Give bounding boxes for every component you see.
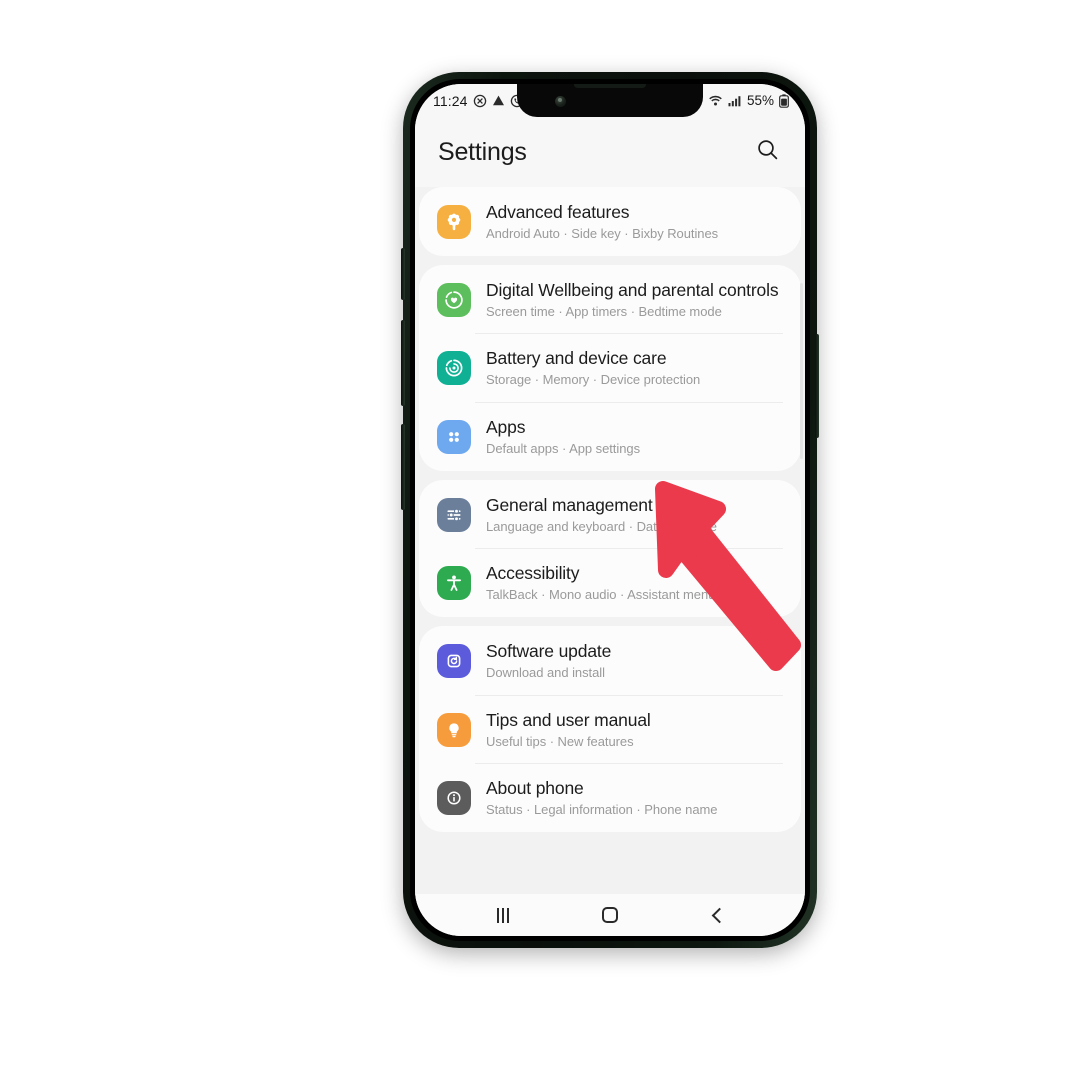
row-title: About phone	[486, 778, 584, 799]
signal-bars-icon	[728, 95, 741, 107]
settings-row-about-phone[interactable]: About phone Status · Legal information ·…	[419, 763, 801, 832]
settings-list[interactable]: Advanced features Android Auto · Side ke…	[415, 187, 805, 894]
general-management-icon	[437, 497, 471, 532]
row-subtitle: Android Auto · Side key · Bixby Routines	[486, 226, 719, 242]
apps-icon	[437, 420, 471, 455]
tips-lightbulb-icon	[437, 712, 471, 747]
settings-row-advanced-features[interactable]: Advanced features Android Auto · Side ke…	[419, 187, 801, 256]
volume-down-button[interactable]	[401, 424, 405, 510]
battery-icon	[779, 93, 789, 108]
power-button[interactable]	[815, 334, 819, 438]
row-text: Software update Download and install	[486, 639, 785, 682]
row-text: Tips and user manual Useful tips · New f…	[486, 708, 785, 751]
back-icon[interactable]	[687, 894, 747, 936]
row-title: Advanced features	[486, 202, 630, 222]
silent-switch[interactable]	[401, 248, 405, 300]
advanced-features-icon	[437, 205, 471, 239]
row-text: Apps Default apps · App settings	[486, 415, 785, 458]
row-subtitle: Download and install	[486, 665, 605, 681]
row-subtitle: Useful tips · New features	[486, 733, 634, 749]
accessibility-icon	[437, 566, 471, 601]
row-subtitle: Status · Legal information · Phone name	[486, 802, 718, 818]
row-title: Software update	[486, 641, 612, 662]
row-title: Apps	[486, 417, 526, 438]
page-title: Settings	[438, 137, 527, 166]
screenshot-canvas: 11:24 55% Settings Advanced features And…	[0, 0, 1080, 1080]
app-header: Settings	[415, 117, 805, 187]
battery-percent: 55%	[746, 93, 774, 108]
display-notch	[517, 84, 703, 117]
status-bar-right: 55%	[708, 93, 789, 108]
settings-group: Software update Download and install Tip…	[419, 626, 801, 833]
battery-device-care-icon	[437, 351, 471, 386]
mute-icon	[473, 94, 487, 108]
status-time: 11:24	[433, 92, 468, 109]
volume-up-button[interactable]	[401, 320, 405, 406]
phone-screen: 11:24 55% Settings Advanced features And…	[415, 84, 805, 936]
settings-row-apps[interactable]: Apps Default apps · App settings	[419, 402, 801, 471]
row-title: Accessibility	[486, 563, 580, 584]
warning-triangle-icon	[492, 94, 505, 107]
settings-row-battery-device-care[interactable]: Battery and device care Storage · Memory…	[419, 333, 801, 402]
digital-wellbeing-icon	[437, 282, 471, 317]
search-icon[interactable]	[752, 134, 783, 170]
navigation-bar	[415, 894, 805, 936]
phone-device: 11:24 55% Settings Advanced features And…	[401, 72, 819, 948]
settings-row-digital-wellbeing[interactable]: Digital Wellbeing and parental controls …	[419, 265, 801, 334]
row-title: Battery and device care	[486, 348, 667, 369]
status-bar-left: 11:24	[433, 93, 524, 109]
row-title: Tips and user manual	[486, 709, 651, 730]
row-text: About phone Status · Legal information ·…	[486, 776, 785, 819]
row-subtitle: Language and keyboard · Date and time	[486, 518, 717, 534]
settings-row-tips-user-manual[interactable]: Tips and user manual Useful tips · New f…	[419, 694, 801, 764]
settings-group: Advanced features Android Auto · Side ke…	[419, 187, 801, 256]
settings-row-general-management[interactable]: General management Language and keyboard…	[419, 480, 801, 549]
home-icon[interactable]	[580, 894, 640, 936]
row-subtitle: Default apps · App settings	[486, 441, 641, 457]
scrollbar[interactable]	[800, 283, 803, 459]
wifi-icon	[708, 94, 723, 107]
row-title: Digital Wellbeing and parental controls	[486, 279, 779, 300]
row-subtitle: Storage · Memory · Device protection	[486, 372, 701, 388]
row-subtitle: TalkBack · Mono audio · Assistant menu	[486, 587, 716, 603]
about-phone-icon	[437, 781, 471, 816]
row-text: Battery and device care Storage · Memory…	[486, 346, 785, 389]
row-subtitle: Screen time · App timers · Bedtime mode	[486, 303, 722, 319]
settings-row-accessibility[interactable]: Accessibility TalkBack · Mono audio · As…	[419, 548, 801, 617]
settings-row-software-update[interactable]: Software update Download and install	[419, 626, 801, 695]
row-text: General management Language and keyboard…	[486, 493, 785, 536]
software-update-icon	[437, 644, 471, 679]
phone-bezel: 11:24 55% Settings Advanced features And…	[410, 79, 810, 941]
settings-group: General management Language and keyboard…	[419, 479, 801, 618]
row-text: Digital Wellbeing and parental controls …	[486, 278, 785, 321]
settings-group: Digital Wellbeing and parental controls …	[419, 264, 801, 471]
front-camera-icon	[555, 96, 566, 107]
row-text: Accessibility TalkBack · Mono audio · As…	[486, 561, 785, 604]
earpiece-speaker	[574, 84, 646, 88]
row-text: Advanced features Android Auto · Side ke…	[486, 200, 785, 243]
recents-icon[interactable]	[473, 894, 533, 936]
row-title: General management	[486, 494, 653, 515]
